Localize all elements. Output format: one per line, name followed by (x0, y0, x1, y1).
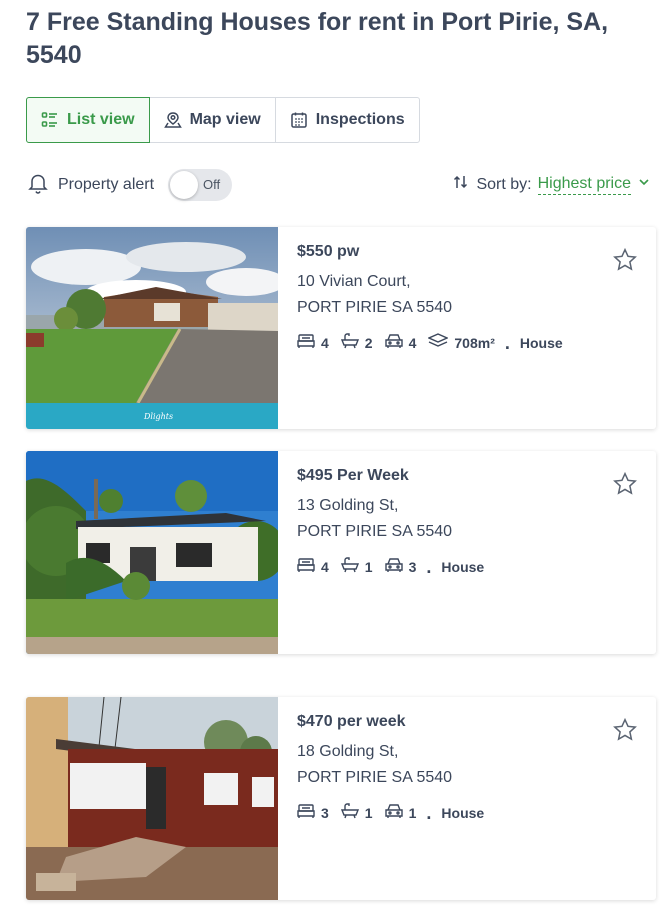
sort-arrows-icon (452, 173, 470, 196)
tab-label: List view (67, 111, 135, 128)
separator-dot: . (426, 556, 432, 577)
list-icon (41, 111, 59, 129)
property-type: House (519, 334, 563, 351)
address-line1: 10 Vivian Court, (297, 273, 411, 290)
page-title: 7 Free Standing Houses for rent in Port … (26, 8, 609, 69)
listing-address[interactable]: 13 Golding St, PORT PIRIE SA 5540 (297, 493, 606, 545)
bed-icon (297, 803, 315, 822)
tab-label: Inspections (315, 111, 405, 128)
listing-card[interactable]: $495 Per Week 13 Golding St, PORT PIRIE … (26, 451, 656, 654)
feature-beds: 3 (297, 803, 329, 822)
listing-photo[interactable] (26, 451, 286, 654)
listing-price: $470 per week (297, 713, 406, 730)
listing-features: 4 1 3 . House (297, 557, 606, 576)
tab-label: Map view (189, 111, 261, 128)
listing-info: $550 pw 10 Vivian Court, PORT PIRIE SA 5… (297, 241, 606, 352)
bed-icon (297, 557, 315, 576)
star-icon[interactable] (612, 717, 638, 748)
chevron-down-icon[interactable] (637, 175, 651, 194)
star-icon[interactable] (612, 247, 638, 278)
address-line2: PORT PIRIE SA 5540 (297, 523, 453, 540)
car-icon (384, 803, 403, 822)
listing-card[interactable]: $470 per week 18 Golding St, PORT PIRIE … (26, 697, 656, 900)
listing-info: $470 per week 18 Golding St, PORT PIRIE … (297, 711, 606, 822)
bed-icon (297, 333, 315, 352)
feature-beds: 4 (297, 557, 329, 576)
listing-address[interactable]: 10 Vivian Court, PORT PIRIE SA 5540 (297, 269, 606, 321)
star-icon[interactable] (612, 471, 638, 502)
feature-baths: 1 (340, 803, 373, 822)
toggle-label: Off (203, 177, 221, 192)
sort-dropdown[interactable]: Highest price (537, 175, 631, 195)
sort-label: Sort by: (476, 175, 532, 193)
bell-icon (26, 171, 50, 200)
bath-icon (340, 557, 359, 576)
calendar-icon (290, 111, 308, 129)
photo-watermark: Dlights (143, 412, 173, 421)
property-type: House (441, 558, 485, 575)
listing-address[interactable]: 18 Golding St, PORT PIRIE SA 5540 (297, 739, 606, 791)
view-tabs: List view Map view Inspections (26, 97, 420, 143)
feature-cars: 3 (384, 557, 416, 576)
tab-inspections[interactable]: Inspections (276, 98, 419, 142)
land-size-icon (427, 333, 450, 352)
listing-info: $495 Per Week 13 Golding St, PORT PIRIE … (297, 465, 606, 576)
bath-icon (340, 333, 359, 352)
map-pin-icon (163, 111, 182, 129)
car-icon (384, 333, 403, 352)
property-alert-label: Property alert (58, 176, 155, 193)
listing-price: $550 pw (297, 243, 360, 260)
property-alert-toggle[interactable]: Off (168, 169, 233, 201)
feature-baths: 2 (340, 333, 373, 352)
feature-baths: 1 (340, 557, 373, 576)
feature-cars: 1 (384, 803, 416, 822)
listing-card[interactable]: Dlights $550 pw 10 Vivian Court, PORT PI… (26, 227, 656, 429)
feature-land: 708m² (427, 333, 495, 352)
feature-beds: 4 (297, 333, 329, 352)
listing-price: $495 Per Week (297, 467, 409, 484)
car-icon (384, 557, 403, 576)
tab-list-view[interactable]: List view (26, 97, 150, 143)
bath-icon (340, 803, 359, 822)
toggle-knob (170, 171, 199, 199)
listing-features: 4 2 4 708m² . House (297, 333, 606, 352)
listing-photo[interactable] (26, 697, 278, 900)
property-alert: Property alert Off (26, 168, 233, 202)
tab-map-view[interactable]: Map view (150, 98, 276, 142)
separator-dot: . (426, 802, 432, 823)
address-line1: 13 Golding St, (297, 497, 399, 514)
address-line2: PORT PIRIE SA 5540 (297, 769, 453, 786)
listing-features: 3 1 1 . House (297, 803, 606, 822)
listing-photo[interactable]: Dlights (26, 227, 286, 429)
property-type: House (441, 804, 485, 821)
address-line1: 18 Golding St, (297, 743, 399, 760)
sort-control: Sort by: Highest price (452, 173, 651, 196)
feature-cars: 4 (384, 333, 416, 352)
separator-dot: . (504, 332, 510, 353)
address-line2: PORT PIRIE SA 5540 (297, 299, 453, 316)
